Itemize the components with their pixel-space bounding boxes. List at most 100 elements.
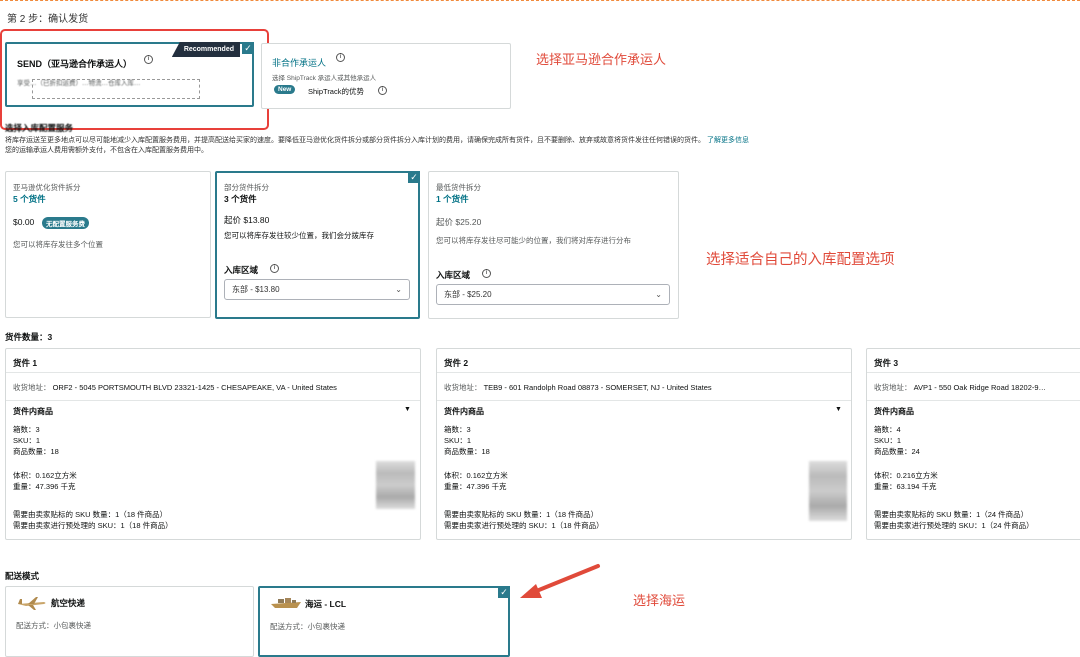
shiptrack-link[interactable]: ShipTrack的优势	[308, 86, 364, 97]
no-fee-badge: 无配置服务费	[42, 217, 89, 229]
region-select[interactable]: 东部 - $13.80 ⌄	[224, 279, 410, 300]
option-label: 最低货件拆分	[436, 183, 481, 192]
weight: 重量：47.396 千克	[13, 482, 76, 491]
shipment-card-1: 货件 1 收货地址： ORF2 - 5045 PORTSMOUTH BLVD 2…	[5, 348, 421, 540]
info-icon[interactable]: i	[144, 55, 153, 64]
option-price: 起价 $13.80	[224, 215, 270, 225]
weight: 重量：63.194 千克	[874, 482, 937, 491]
volume: 体积：0.162立方米	[13, 471, 77, 480]
selected-check-icon: ✓	[498, 586, 510, 598]
delivery-name: 海运 - LCL	[305, 599, 347, 609]
weight: 重量：47.396 千克	[444, 482, 507, 491]
learn-more-link[interactable]: 了解更多信息	[707, 137, 749, 144]
option-label: 亚马逊优化货件拆分	[13, 183, 81, 192]
chevron-down-icon: ⌄	[395, 285, 402, 294]
region-select-value: 东部 - $13.80	[232, 285, 280, 294]
sku-count: SKU：1	[874, 436, 902, 445]
inbound-service-desc: 将库存运送至更多地点可以尽可能地减少入库配置服务费用，并提高配送给买家的速度。要…	[5, 136, 1065, 156]
prep-sku: 需要由卖家进行预处理的 SKU：1（18 件商品）	[444, 521, 604, 530]
inbound-desc-note: 您的运输承运人费用需额外支付，不包含在入库配置服务费用中。	[5, 147, 208, 154]
unit-count: 商品数量：18	[444, 447, 490, 456]
box-count: 箱数：4	[874, 425, 901, 434]
divider	[867, 400, 1080, 401]
product-thumbnail	[376, 461, 415, 509]
shipment-card-3: 货件 3 收货地址： AVP1 - 550 Oak Ridge Road 182…	[866, 348, 1080, 540]
product-thumbnail	[809, 461, 847, 521]
ship-icon	[271, 598, 301, 608]
inbound-option-minimal[interactable]: 最低货件拆分 1 个货件 起价 $25.20 您可以将库存发往尽可能少的位置，我…	[428, 171, 679, 319]
divider	[867, 372, 1080, 373]
box-count: 箱数：3	[444, 425, 471, 434]
divider	[6, 400, 420, 401]
prep-sku: 需要由卖家进行预处理的 SKU：1（24 件商品）	[874, 521, 1034, 530]
non-partner-desc: 选择 ShipTrack 承运人或其他承运人	[272, 75, 377, 82]
annotation-shipping: 选择海运	[633, 593, 686, 608]
address-value: TEB9 - 601 Randolph Road 08873 - SOMERSE…	[483, 383, 712, 392]
step-title: 第 2 步：确认发货	[7, 14, 89, 25]
delivery-title: 配送模式	[5, 571, 40, 581]
region-label: 入库区域	[436, 270, 471, 280]
address-label: 收货地址：	[13, 383, 51, 392]
airplane-icon	[18, 597, 46, 610]
region-select-value: 东部 - $25.20	[444, 290, 492, 299]
selected-check-icon: ✓	[408, 171, 420, 183]
divider	[6, 372, 420, 373]
option-label: 部分货件拆分	[224, 183, 269, 192]
info-icon[interactable]: i	[378, 86, 387, 95]
new-badge: New	[274, 85, 296, 94]
delivery-name: 航空快递	[51, 598, 86, 608]
top-dashed-border	[0, 0, 1080, 2]
label-sku: 需要由卖家贴标的 SKU 数量：1（24 件商品）	[874, 510, 1029, 519]
shipment-title: 货件 2	[444, 358, 469, 368]
option-price: 起价 $25.20	[436, 217, 482, 227]
region-select[interactable]: 东部 - $25.20 ⌄	[436, 284, 670, 305]
send-carrier-title: SEND（亚马逊合作承运人）	[17, 59, 133, 69]
address-value: ORF2 - 5045 PORTSMOUTH BLVD 23321-1425 -…	[52, 383, 337, 392]
unit-count: 商品数量：24	[874, 447, 920, 456]
info-icon[interactable]: i	[336, 53, 345, 62]
divider	[437, 372, 851, 373]
delivery-method: 配送方式：小包裹快递	[270, 622, 345, 631]
inbound-option-partial[interactable]: ✓ 部分货件拆分 3 个货件 起价 $13.80 您可以将库存发往较少位置，我们…	[215, 171, 420, 319]
placeholder-box	[32, 79, 200, 99]
recommended-badge: Recommended	[171, 42, 240, 57]
info-icon[interactable]: i	[270, 264, 279, 273]
address-label: 收货地址：	[444, 383, 482, 392]
annotation-arrow	[520, 564, 600, 598]
shipment-address: 收货地址： AVP1 - 550 Oak Ridge Road 18202-9…	[874, 382, 1046, 393]
inbound-service-title: 选择入库配置服务	[5, 123, 74, 133]
sku-count: SKU：1	[444, 436, 472, 445]
address-value: AVP1 - 550 Oak Ridge Road 18202-9…	[913, 383, 1047, 392]
option-price: $0.00	[13, 217, 35, 227]
option-count: 1 个货件	[436, 194, 469, 204]
unit-count: 商品数量：18	[13, 447, 59, 456]
option-count: 5 个货件	[13, 194, 46, 204]
non-partner-carrier-card[interactable]: 非合作承运人 i 选择 ShipTrack 承运人或其他承运人 New Ship…	[261, 43, 511, 109]
sku-count: SKU：1	[13, 436, 41, 445]
caret-down-icon[interactable]: ▼	[835, 406, 842, 413]
shipment-address: 收货地址： ORF2 - 5045 PORTSMOUTH BLVD 23321-…	[13, 382, 337, 393]
divider	[437, 400, 851, 401]
products-toggle[interactable]: 货件内商品	[874, 406, 914, 417]
delivery-method: 配送方式：小包裹快递	[16, 621, 91, 630]
products-toggle[interactable]: 货件内商品	[13, 406, 53, 417]
label-sku: 需要由卖家贴标的 SKU 数量：1（18 件商品）	[444, 510, 599, 519]
info-icon[interactable]: i	[482, 269, 491, 278]
volume: 体积：0.216立方米	[874, 471, 938, 480]
delivery-option-ocean[interactable]: ✓ 海运 - LCL 配送方式：小包裹快递	[258, 586, 510, 657]
caret-down-icon[interactable]: ▼	[404, 406, 411, 413]
shipment-title: 货件 3	[874, 358, 899, 368]
region-label: 入库区域	[224, 265, 259, 275]
selected-check-icon: ✓	[242, 42, 254, 54]
delivery-option-air[interactable]: 航空快递 配送方式：小包裹快递	[5, 586, 254, 657]
send-carrier-card[interactable]: Recommended ✓ SEND（亚马逊合作承运人） i 享受…（已折扣运费…	[5, 42, 254, 107]
inbound-desc-text: 将库存运送至更多地点可以尽可能地减少入库配置服务费用，并提高配送给买家的速度。要…	[5, 137, 705, 144]
address-label: 收货地址：	[874, 383, 912, 392]
products-toggle[interactable]: 货件内商品	[444, 406, 484, 417]
annotation-carrier: 选择亚马逊合作承运人	[536, 52, 667, 67]
shipment-title: 货件 1	[13, 358, 38, 368]
shipment-card-2: 货件 2 收货地址： TEB9 - 601 Randolph Road 0887…	[436, 348, 852, 540]
non-partner-title: 非合作承运人	[272, 58, 327, 68]
option-note: 您可以将库存发往尽可能少的位置，我们将对库存进行分布	[436, 236, 631, 245]
inbound-option-optimized[interactable]: 亚马逊优化货件拆分 5 个货件 $0.00 无配置服务费 您可以将库存发往多个位…	[5, 171, 211, 318]
